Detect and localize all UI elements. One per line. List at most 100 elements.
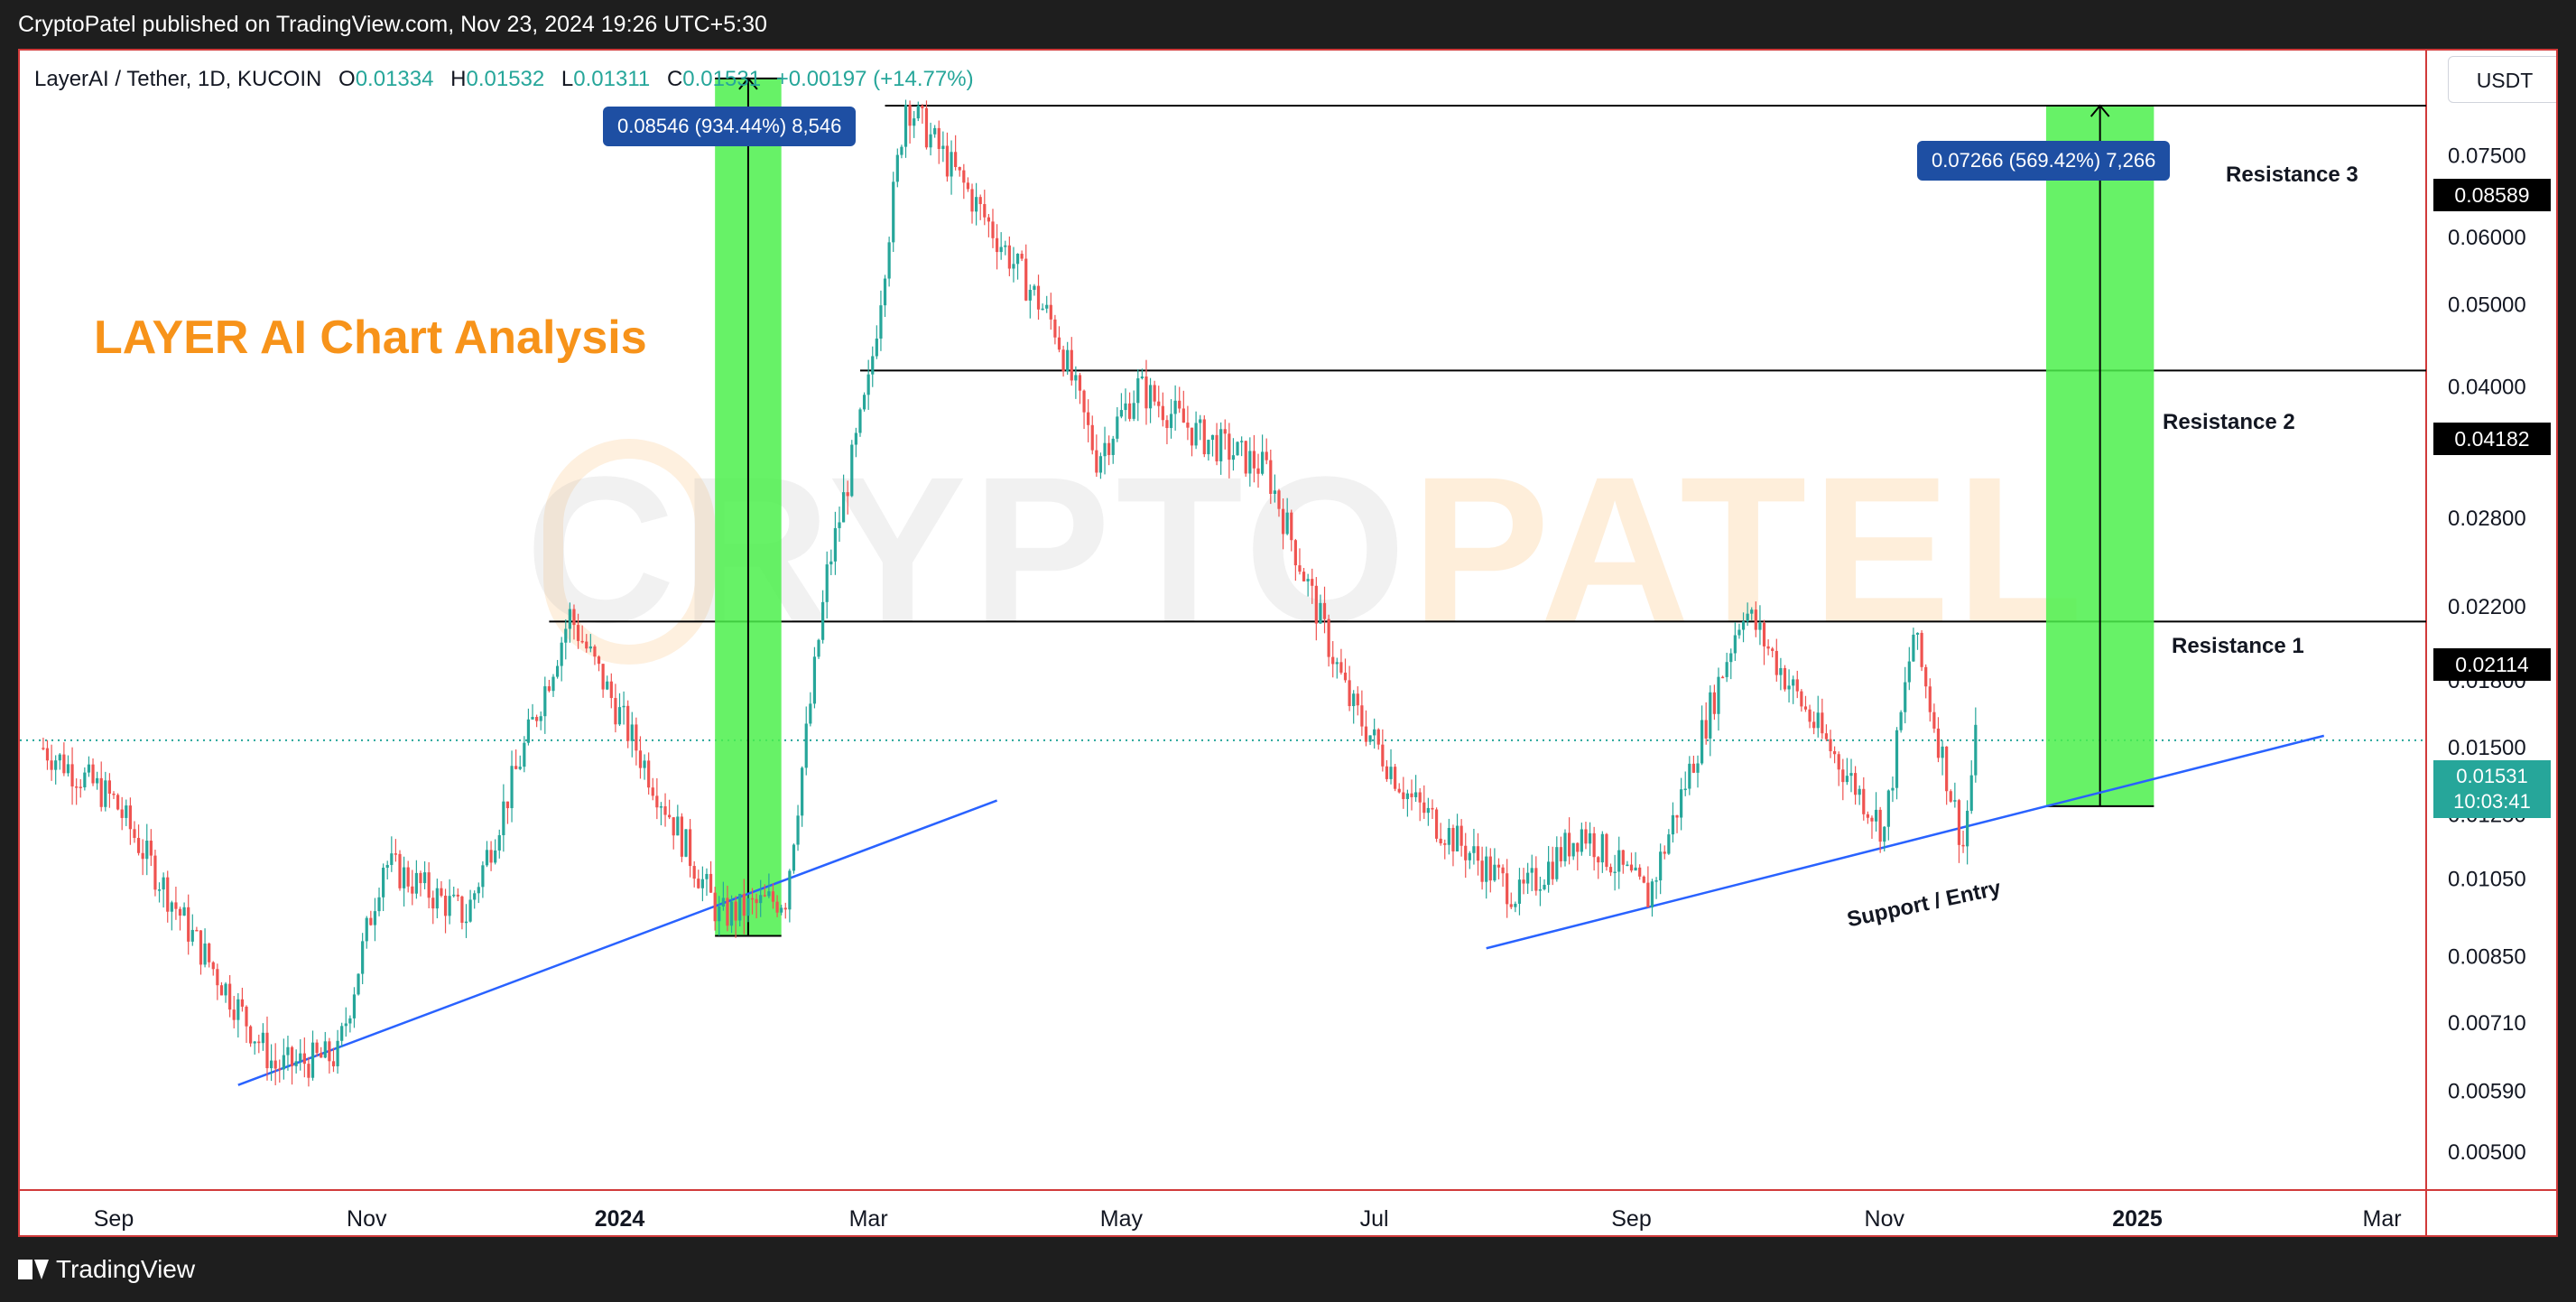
candle-body xyxy=(182,907,186,916)
candle-body xyxy=(1485,856,1488,882)
candle-body xyxy=(1231,455,1236,460)
candle-body xyxy=(195,929,199,932)
candle-body xyxy=(975,197,978,212)
candle-body xyxy=(1795,679,1799,692)
candle-body xyxy=(1314,585,1318,624)
countdown-value: 10:03:41 xyxy=(2453,790,2531,813)
candle-body xyxy=(1709,692,1712,739)
candle-body xyxy=(1319,602,1322,624)
candle-body xyxy=(684,829,688,857)
candle-body xyxy=(1704,720,1708,739)
candle-body xyxy=(1741,621,1746,630)
candle-body xyxy=(1878,809,1882,842)
candle-body xyxy=(626,705,630,741)
candle-body xyxy=(1181,408,1185,423)
candle-body xyxy=(713,892,717,922)
candle-body xyxy=(1729,653,1733,663)
candle-body xyxy=(299,1053,302,1062)
candle-body xyxy=(1816,712,1820,729)
candle-body xyxy=(1841,769,1845,783)
candle-body xyxy=(199,930,203,965)
candle-body xyxy=(1712,692,1716,714)
candle-body xyxy=(224,983,227,996)
candle-body xyxy=(261,1032,264,1044)
candle-body xyxy=(1506,873,1509,905)
candle-body xyxy=(1140,376,1144,378)
measure-label-1: 0.08546 (934.44%) 8,546 xyxy=(603,107,857,146)
candle-body xyxy=(273,1060,277,1069)
high-value: 0.01532 xyxy=(466,67,545,91)
candle-body xyxy=(402,867,406,888)
candle-body xyxy=(1629,864,1634,871)
candle-body xyxy=(950,152,953,177)
candle-body xyxy=(249,1026,253,1044)
candle-body xyxy=(617,707,622,725)
candle-body xyxy=(780,907,783,913)
candle-body xyxy=(879,305,883,339)
candle-body xyxy=(1335,662,1339,665)
candle-body xyxy=(1584,829,1588,844)
candle-body xyxy=(838,522,841,528)
chart-headline: LAYER AI Chart Analysis xyxy=(94,312,647,364)
candle-body xyxy=(887,242,891,279)
candle-body xyxy=(526,719,531,743)
candle-body xyxy=(750,897,755,900)
candle-body xyxy=(1824,733,1829,739)
candle-body xyxy=(1783,667,1787,690)
candle-body xyxy=(1082,390,1086,413)
candle-body xyxy=(456,894,459,897)
candle-body xyxy=(357,973,360,995)
candle-body xyxy=(560,642,563,666)
candle-body xyxy=(1116,416,1119,439)
candle-body xyxy=(908,104,912,126)
candle-body xyxy=(1746,613,1749,622)
candle-body xyxy=(494,850,497,863)
candle-body xyxy=(1455,825,1459,851)
candle-body xyxy=(489,850,493,863)
chart-area[interactable]: CRYPTOPATEL 0.110000.090000.075000.06000… xyxy=(18,49,2558,1237)
currency-selector[interactable]: USDT xyxy=(2448,56,2556,103)
candle-body xyxy=(801,767,804,816)
candle-body xyxy=(523,742,526,767)
candle-body xyxy=(377,897,381,912)
candle-body xyxy=(1331,656,1335,665)
symbol-name[interactable]: LayerAI / Tether, 1D, KUCOIN xyxy=(34,67,321,91)
candle-body xyxy=(120,809,124,818)
candle-body xyxy=(398,853,402,888)
candle-body xyxy=(1178,400,1181,409)
candle-body xyxy=(775,901,779,913)
candle-body xyxy=(1364,726,1368,742)
candle-body xyxy=(539,716,542,721)
candle-body xyxy=(83,772,87,787)
candle-body xyxy=(796,815,800,845)
candle-body xyxy=(157,889,162,891)
candle-body xyxy=(1098,456,1103,473)
candle-body xyxy=(606,681,609,690)
candle-body xyxy=(149,841,153,856)
candle-body xyxy=(294,1061,298,1066)
tradingview-logo[interactable]: TradingView xyxy=(18,1237,195,1302)
candle-body xyxy=(1932,711,1936,729)
candle-body xyxy=(452,894,456,897)
candle-body xyxy=(547,686,551,692)
candle-body xyxy=(746,897,750,916)
candle-body xyxy=(609,681,613,699)
candle-body xyxy=(1509,904,1513,907)
candle-body xyxy=(763,895,766,897)
candle-body xyxy=(1555,847,1559,879)
y-tick-label: 0.00850 xyxy=(2448,945,2526,970)
candle-body xyxy=(302,1053,306,1065)
candle-body xyxy=(1033,285,1036,290)
candle-body xyxy=(668,814,672,818)
candle-body xyxy=(1127,403,1132,419)
candle-body xyxy=(862,395,866,410)
candle-body xyxy=(352,994,357,1018)
candle-body xyxy=(1426,807,1430,814)
candle-body xyxy=(593,646,597,657)
candle-body xyxy=(373,911,377,925)
candle-body xyxy=(1311,579,1314,586)
candle-body xyxy=(817,639,820,657)
candle-body xyxy=(219,985,224,996)
candle-body xyxy=(79,786,82,788)
candle-body xyxy=(568,609,571,629)
